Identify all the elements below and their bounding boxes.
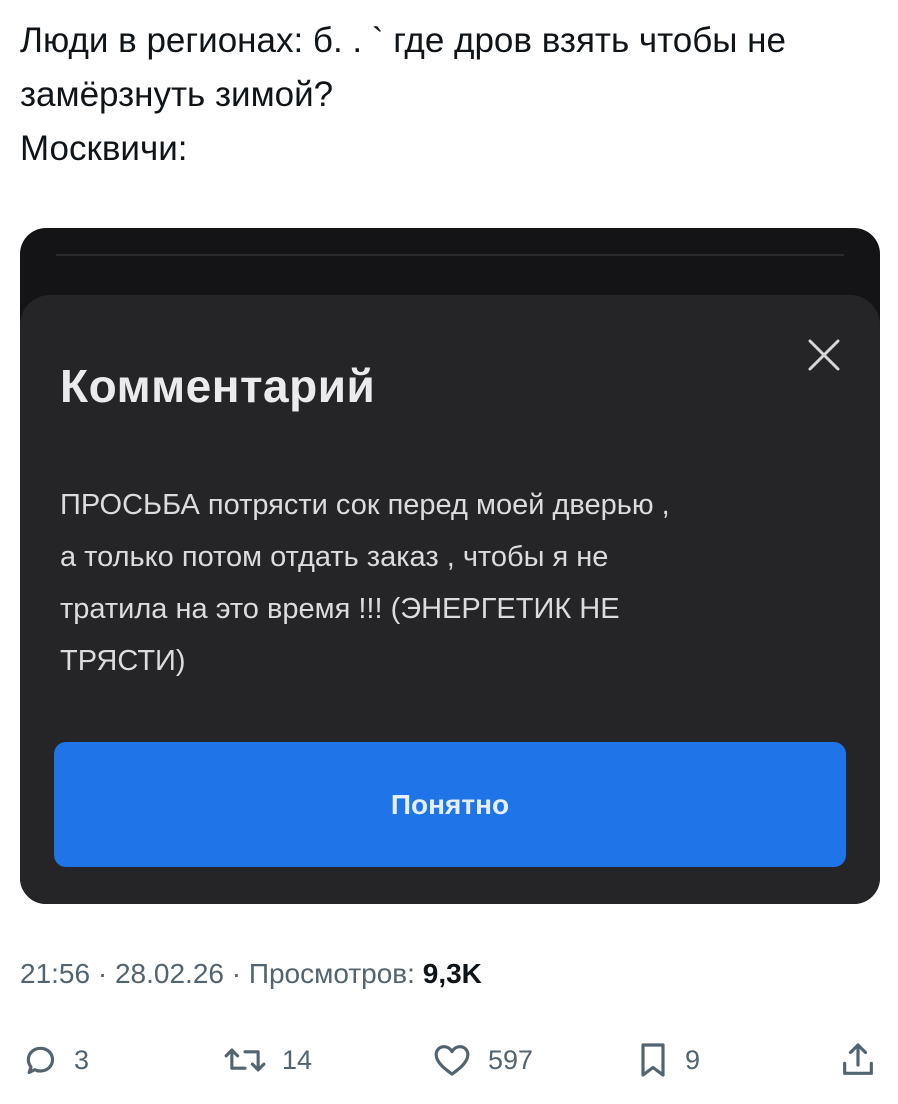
bookmark-button[interactable]: 9 bbox=[635, 1030, 700, 1090]
dialog-title: Комментарий bbox=[60, 360, 376, 412]
retweet-icon bbox=[222, 1040, 268, 1080]
share-button[interactable] bbox=[838, 1030, 878, 1090]
dialog-message-line: ТРЯСТИ) bbox=[60, 645, 186, 677]
divider bbox=[56, 254, 844, 256]
tweet-actions: 3 14 597 9 bbox=[0, 1030, 898, 1090]
reply-count: 3 bbox=[74, 1044, 90, 1075]
like-button[interactable]: 597 bbox=[430, 1030, 533, 1090]
tweet-text: Люди в регионах: б. . ` где дров взять ч… bbox=[20, 14, 890, 176]
share-icon bbox=[838, 1040, 878, 1080]
comment-dialog: Комментарий ПРОСЬБА потрясти сок перед м… bbox=[20, 295, 880, 904]
tweet-media-screenshot[interactable]: Комментарий ПРОСЬБА потрясти сок перед м… bbox=[20, 228, 880, 904]
confirm-button-label: Понятно bbox=[390, 788, 510, 820]
dialog-message: ПРОСЬБА потрясти сок перед моей дверью ,… bbox=[60, 479, 840, 687]
meta-separator: · bbox=[231, 958, 242, 989]
views-label: Просмотров: bbox=[248, 958, 415, 989]
retweet-button[interactable]: 14 bbox=[222, 1030, 312, 1090]
close-icon[interactable] bbox=[804, 335, 844, 375]
tweet-text-line: замёрзнуть зимой? bbox=[20, 75, 334, 114]
reply-icon bbox=[20, 1040, 60, 1080]
dialog-message-line: тратила на это время !!! (ЭНЕРГЕТИК НЕ bbox=[60, 593, 620, 625]
retweet-count: 14 bbox=[282, 1044, 313, 1075]
tweet-meta: 21:56 · 28.02.26 · Просмотров: 9,3K bbox=[20, 958, 482, 990]
tweet-text-line: Люди в регионах: б. . ` где дров взять ч… bbox=[20, 21, 786, 60]
dialog-message-line: ПРОСЬБА потрясти сок перед моей дверью , bbox=[60, 489, 670, 521]
tweet-date: 28.02.26 bbox=[114, 958, 224, 989]
reply-button[interactable]: 3 bbox=[20, 1030, 89, 1090]
confirm-button[interactable]: Понятно bbox=[54, 742, 846, 867]
like-count: 597 bbox=[488, 1044, 534, 1075]
tweet-time: 21:56 bbox=[20, 958, 91, 989]
views-count[interactable]: 9,3K bbox=[423, 958, 482, 989]
meta-separator: · bbox=[97, 958, 108, 989]
heart-icon bbox=[430, 1040, 474, 1080]
bookmark-count: 9 bbox=[685, 1044, 701, 1075]
tweet-text-line: Москвичи: bbox=[20, 129, 188, 168]
dialog-message-line: а только потом отдать заказ , чтобы я не bbox=[60, 541, 609, 573]
bookmark-icon bbox=[635, 1040, 671, 1080]
